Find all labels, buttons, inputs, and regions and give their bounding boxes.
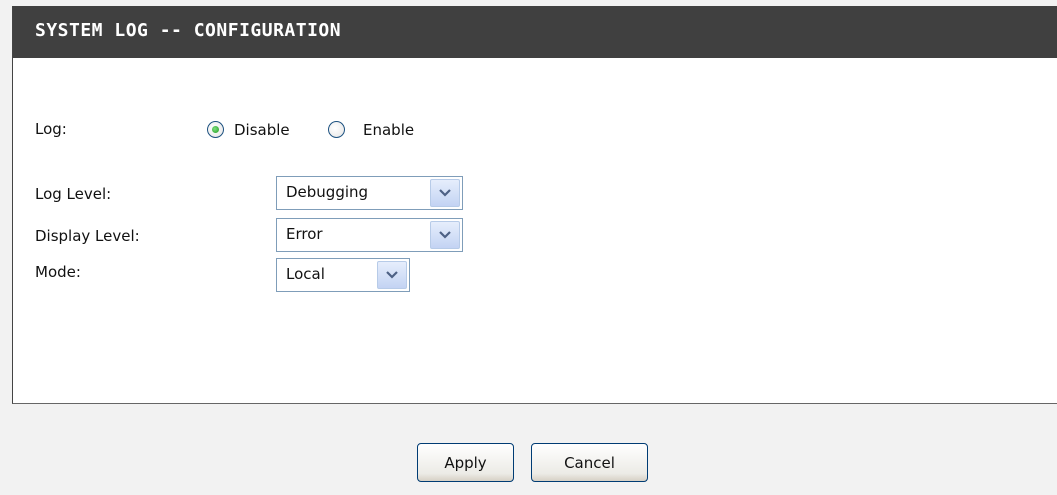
chevron-down-icon [439, 231, 451, 239]
mode-label: Mode: [35, 263, 81, 281]
log-enable-radio[interactable] [328, 121, 345, 138]
log-level-value: Debugging [286, 183, 369, 201]
system-log-config-panel: SYSTEM LOG -- CONFIGURATION Log: Disable… [12, 6, 1057, 404]
log-enable-label[interactable]: Enable [363, 121, 414, 139]
log-level-label: Log Level: [35, 185, 112, 203]
display-level-dropdown-button[interactable] [430, 221, 460, 249]
mode-value: Local [286, 265, 325, 283]
log-label: Log: [35, 120, 67, 138]
log-disable-label[interactable]: Disable [234, 121, 290, 139]
log-level-select[interactable]: Debugging [276, 176, 463, 210]
panel-title: SYSTEM LOG -- CONFIGURATION [35, 20, 342, 41]
log-disable-radio[interactable] [207, 121, 224, 138]
mode-dropdown-button[interactable] [377, 261, 407, 289]
chevron-down-icon [439, 189, 451, 197]
display-level-value: Error [286, 225, 323, 243]
display-level-select[interactable]: Error [276, 218, 463, 252]
radio-selected-dot [212, 126, 219, 133]
display-level-label: Display Level: [35, 227, 140, 245]
chevron-down-icon [386, 271, 398, 279]
panel-header: SYSTEM LOG -- CONFIGURATION [13, 6, 1057, 58]
mode-select[interactable]: Local [276, 258, 410, 292]
apply-button[interactable]: Apply [417, 443, 514, 482]
cancel-button[interactable]: Cancel [531, 443, 648, 482]
log-level-dropdown-button[interactable] [430, 179, 460, 207]
